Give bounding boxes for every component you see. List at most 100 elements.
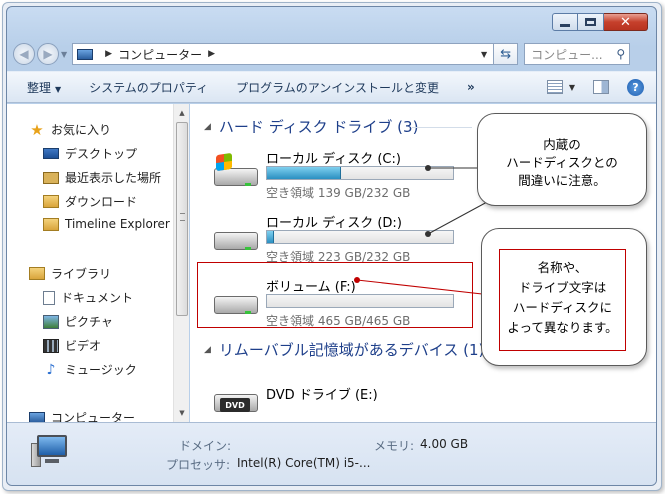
scroll-down-icon[interactable]: ▼ [174, 406, 190, 420]
sidebar-item-label: ライブラリ [51, 267, 112, 281]
desktop-icon [43, 148, 59, 159]
memory-label: メモリ: [374, 439, 415, 453]
navigation-pane: ★ お気に入り デスクトップ 最近表示した場所 ダウンロード Timeline E… [7, 104, 189, 425]
downloads-folder-icon [43, 195, 59, 208]
hard-drive-icon [214, 226, 258, 252]
address-dropdown-icon[interactable]: ▼ [481, 50, 487, 59]
drive-name: DVD ドライブ (E:) [266, 388, 378, 403]
callout-line-text: ハードディスクとの [506, 155, 618, 170]
sidebar-item-pictures[interactable]: ピクチャ [43, 313, 113, 330]
folder-icon [43, 217, 59, 231]
group-title: ハード ディスク ドライブ (3) [218, 118, 419, 136]
sidebar-item-desktop[interactable]: デスクトップ [43, 145, 137, 162]
highlight-box [197, 262, 473, 328]
recent-places-icon [43, 171, 59, 184]
organize-label: 整理 [27, 80, 52, 95]
more-commands-button[interactable]: » [467, 80, 475, 94]
sidebar-item-label: Timeline Explorer [65, 217, 170, 231]
group-header-hdd[interactable]: ◢ ハード ディスク ドライブ (3) [204, 116, 418, 137]
sidebar-item-documents[interactable]: ドキュメント [43, 289, 133, 306]
processor-value: Intel(R) Core(TM) i5-... [237, 456, 371, 470]
minimize-icon [560, 23, 570, 27]
document-icon [43, 290, 55, 305]
drive-usage-fill [267, 167, 342, 179]
sidebar-item-music[interactable]: ♪ ミュージック [43, 361, 137, 378]
dvd-drive-icon: DVD [214, 388, 258, 414]
view-dropdown-icon[interactable]: ▼ [569, 83, 575, 92]
minimize-button[interactable] [552, 13, 578, 31]
sidebar-item-recent[interactable]: 最近表示した場所 [43, 169, 161, 186]
chevron-down-icon: ▼ [55, 84, 62, 94]
system-drive-icon [214, 152, 258, 188]
sidebar-item-label: デスクトップ [65, 147, 138, 161]
scrollbar-thumb[interactable] [176, 122, 188, 316]
sidebar-item-videos[interactable]: ビデオ [43, 337, 101, 354]
callout-line-text: ドライブ文字は [518, 280, 607, 295]
system-properties-button[interactable]: システムのプロパティ [89, 79, 208, 96]
search-placeholder: コンピュー... [531, 47, 603, 62]
change-view-icon[interactable] [546, 80, 563, 94]
domain-label: ドメイン: [179, 439, 232, 453]
sidebar-item-label: ダウンロード [65, 195, 138, 209]
sidebar-item-label: ビデオ [65, 339, 102, 353]
search-input[interactable]: コンピュー... ⚲ [524, 43, 631, 65]
collapse-icon[interactable]: ◢ [204, 122, 211, 132]
view-controls: ▼ ? [546, 78, 644, 96]
sidebar-item-libraries[interactable]: ライブラリ [29, 265, 111, 282]
preview-pane-icon[interactable] [593, 80, 609, 94]
callout-line-text: ハードディスクに [512, 300, 613, 315]
computer-icon [77, 48, 94, 60]
collapse-icon[interactable]: ◢ [204, 345, 211, 355]
close-button[interactable]: ✕ [604, 13, 648, 31]
back-arrow-icon: ◀ [19, 47, 29, 61]
computer-icon [31, 435, 71, 471]
command-bar: 整理 ▼ システムのプロパティ プログラムのアンインストールと変更 » ▼ ? [7, 71, 656, 103]
callout-bubble: 名称や、 ドライブ文字は ハードディスクに よって異なります。 [481, 228, 647, 366]
callout-line-text: 間違いに注意。 [518, 173, 606, 188]
address-row: ◀ ▶ ▼ ▶ コンピューター ▶ ▼ ⇆ コンピュー... ⚲ [13, 41, 650, 67]
group-header-removable[interactable]: ◢ リムーバブル記憶域があるデバイス (1) [204, 339, 484, 360]
address-bar[interactable]: ▶ コンピューター ▶ ▼ [72, 43, 495, 65]
group-title: リムーバブル記憶域があるデバイス (1) [218, 341, 485, 359]
callout-line-text: 名称や、 [537, 260, 588, 275]
breadcrumb-separator-icon[interactable]: ▶ [105, 49, 112, 59]
breadcrumb-computer[interactable]: コンピューター [118, 46, 202, 63]
windows-logo-icon [216, 152, 232, 172]
breadcrumb-separator-icon[interactable]: ▶ [208, 49, 215, 59]
back-button[interactable]: ◀ [13, 43, 35, 65]
navigation-scrollbar[interactable]: ▲ ▼ [173, 104, 189, 422]
music-icon: ♪ [46, 361, 56, 378]
recent-pages-dropdown[interactable]: ▼ [61, 50, 67, 59]
drive-name: ローカル ディスク (D:) [266, 216, 402, 231]
callout-bubble: 内蔵の ハードディスクとの 間違いに注意。 [477, 113, 647, 206]
grip-icon [180, 213, 185, 221]
maximize-button[interactable] [578, 13, 604, 31]
sidebar-item-label: ドキュメント [61, 291, 134, 305]
sidebar-item-label: お気に入り [51, 123, 112, 137]
callout-line-text: よって異なります。 [507, 320, 618, 335]
scroll-up-icon[interactable]: ▲ [174, 106, 190, 120]
drive-usage-bar [266, 230, 454, 244]
drive-item[interactable]: ローカル ディスク (D:) 空き領域 223 GB/232 GB [208, 212, 454, 268]
help-icon[interactable]: ? [627, 78, 644, 96]
sidebar-item-label: ミュージック [65, 363, 137, 377]
caption-buttons: ✕ [552, 13, 648, 31]
group-divider [412, 127, 472, 128]
uninstall-program-button[interactable]: プログラムのアンインストールと変更 [236, 79, 439, 96]
sidebar-item-downloads[interactable]: ダウンロード [43, 193, 137, 210]
sidebar-item-timeline[interactable]: Timeline Explorer [43, 217, 170, 231]
picture-icon [43, 314, 59, 329]
search-icon[interactable]: ⚲ [616, 47, 625, 61]
star-icon: ★ [30, 120, 44, 139]
refresh-icon: ⇆ [500, 46, 512, 62]
refresh-button[interactable]: ⇆ [494, 43, 519, 65]
sidebar-item-favorites[interactable]: ★ お気に入り [29, 120, 112, 139]
drive-usage-bar [266, 166, 454, 180]
drive-name: ローカル ディスク (C:) [266, 152, 401, 167]
details-pane: ドメイン: メモリ: 4.00 GB プロセッサ: Intel(R) Core(… [7, 422, 656, 485]
sidebar-item-label: ピクチャ [65, 315, 113, 329]
organize-button[interactable]: 整理 ▼ [27, 79, 61, 96]
drive-item[interactable]: ローカル ディスク (C:) 空き領域 139 GB/232 GB [208, 148, 454, 204]
maximize-icon [585, 18, 596, 26]
forward-button[interactable]: ▶ [37, 43, 59, 65]
